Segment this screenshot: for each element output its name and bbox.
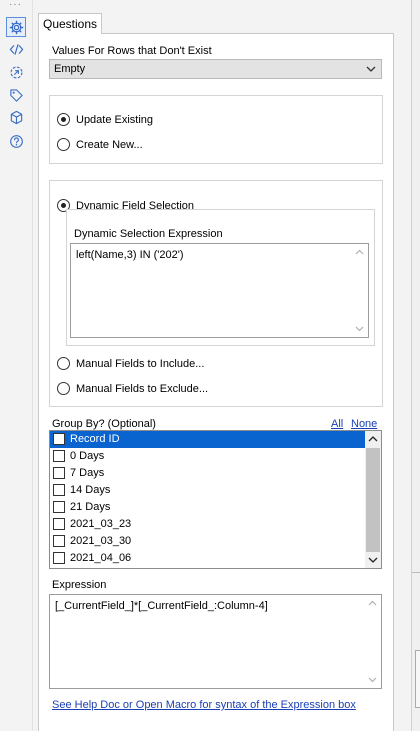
scrollbar-thumb[interactable] bbox=[366, 448, 380, 552]
manual-include-radio[interactable] bbox=[57, 357, 70, 370]
select-all-link[interactable]: All bbox=[331, 418, 343, 430]
dynamic-expression-text: left(Name,3) IN ('202') bbox=[76, 249, 184, 261]
checkbox[interactable] bbox=[53, 484, 65, 496]
checkbox[interactable] bbox=[53, 450, 65, 462]
tab-questions[interactable]: Questions bbox=[38, 13, 102, 34]
chevron-up-icon[interactable] bbox=[355, 249, 364, 255]
gear-icon[interactable] bbox=[6, 17, 26, 37]
checkbox[interactable] bbox=[53, 518, 65, 530]
group-by-list[interactable]: Record ID 0 Days 7 Days 14 Days 21 Days … bbox=[49, 430, 382, 569]
create-new-label[interactable]: Create New... bbox=[76, 139, 143, 151]
create-new-radio[interactable] bbox=[57, 138, 70, 151]
cube-icon[interactable] bbox=[6, 107, 26, 127]
code-icon[interactable] bbox=[6, 39, 26, 59]
chevron-down-icon bbox=[366, 66, 376, 72]
checkbox[interactable] bbox=[53, 433, 65, 445]
help-doc-link[interactable]: See Help Doc or Open Macro for syntax of… bbox=[52, 699, 356, 711]
dynamic-expression-input[interactable]: left(Name,3) IN ('202') bbox=[70, 243, 369, 338]
list-item[interactable]: 2021_03_23 bbox=[50, 516, 365, 533]
expression-input[interactable]: [_CurrentField_]*[_CurrentField_:Column-… bbox=[49, 594, 382, 689]
expression-text: [_CurrentField_]*[_CurrentField_:Column-… bbox=[55, 600, 268, 612]
chevron-down-icon[interactable] bbox=[355, 326, 364, 332]
list-item[interactable]: 0 Days bbox=[50, 448, 365, 465]
missing-rows-label: Values For Rows that Don't Exist bbox=[52, 45, 212, 57]
dynamic-expression-label: Dynamic Selection Expression bbox=[74, 228, 223, 240]
chevron-up-icon[interactable] bbox=[368, 600, 377, 606]
list-item[interactable]: 2021_04_06 bbox=[50, 550, 365, 567]
list-item[interactable]: Record ID bbox=[50, 431, 365, 448]
expression-label: Expression bbox=[52, 579, 107, 591]
list-item[interactable]: 7 Days bbox=[50, 465, 365, 482]
list-item[interactable]: 21 Days bbox=[50, 499, 365, 516]
connection-icon[interactable] bbox=[6, 62, 26, 82]
checkbox[interactable] bbox=[53, 467, 65, 479]
group-by-label: Group By? (Optional) bbox=[52, 418, 156, 430]
rail-overflow-dots[interactable]: ··· bbox=[9, 0, 22, 10]
checkbox[interactable] bbox=[53, 535, 65, 547]
chevron-up-icon[interactable] bbox=[368, 436, 378, 442]
manual-exclude-radio[interactable] bbox=[57, 382, 70, 395]
missing-rows-value: Empty bbox=[54, 63, 86, 75]
list-item[interactable]: 2021_03_30 bbox=[50, 533, 365, 550]
select-none-link[interactable]: None bbox=[351, 418, 377, 430]
group-by-scrollbar[interactable] bbox=[365, 431, 381, 568]
adjacent-pane-edge bbox=[411, 0, 420, 731]
manual-include-label[interactable]: Manual Fields to Include... bbox=[76, 358, 204, 370]
missing-rows-dropdown[interactable]: Empty bbox=[49, 59, 382, 79]
update-existing-radio[interactable] bbox=[57, 113, 70, 126]
chevron-down-icon[interactable] bbox=[368, 677, 377, 683]
checkbox[interactable] bbox=[53, 501, 65, 513]
update-existing-label[interactable]: Update Existing bbox=[76, 114, 153, 126]
chevron-down-icon[interactable] bbox=[368, 557, 378, 563]
help-icon[interactable] bbox=[6, 131, 26, 151]
manual-exclude-label[interactable]: Manual Fields to Exclude... bbox=[76, 383, 208, 395]
dynamic-expression-scrollbar[interactable] bbox=[352, 244, 368, 337]
expression-scrollbar[interactable] bbox=[365, 595, 381, 688]
checkbox[interactable] bbox=[53, 552, 65, 564]
list-item[interactable]: 14 Days bbox=[50, 482, 365, 499]
tool-rail: ··· bbox=[0, 0, 33, 731]
output-mode-group bbox=[49, 95, 383, 164]
tag-icon[interactable] bbox=[6, 85, 26, 105]
